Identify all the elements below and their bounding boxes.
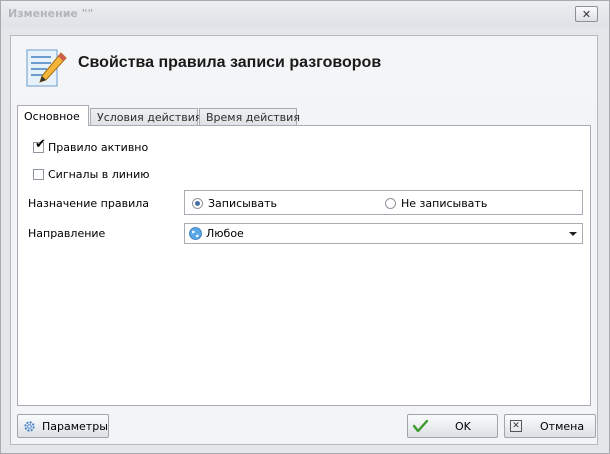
tab-general[interactable]: Основное — [17, 105, 89, 126]
parameters-button[interactable]: Параметры — [17, 414, 109, 438]
button-label: Отмена — [540, 420, 585, 433]
ok-button[interactable]: OK — [407, 414, 498, 438]
direction-select[interactable]: Любое — [184, 223, 583, 244]
radio-button[interactable] — [385, 198, 396, 209]
checkbox-box[interactable]: ✔ — [33, 138, 46, 153]
check-icon: ✔ — [35, 137, 46, 152]
gear-icon — [24, 421, 35, 432]
window-title: Изменение "" — [8, 7, 94, 20]
radio-label: Записывать — [208, 197, 277, 210]
tab-content: ✔ Правило активно Сигналы в линию Назнач… — [17, 125, 591, 406]
close-icon: ✕ — [581, 7, 592, 21]
main-panel: Свойства правила записи разговоров Основ… — [10, 35, 598, 445]
page-title: Свойства правила записи разговоров — [78, 54, 382, 71]
close-icon: ✕ — [510, 420, 522, 432]
radio-record[interactable]: Записывать — [192, 197, 277, 210]
checkbox-label: Правило активно — [48, 141, 149, 154]
header: Свойства правила записи разговоров — [11, 36, 597, 98]
globe-icon — [189, 227, 202, 240]
checkbox-box[interactable] — [33, 169, 44, 180]
title-bar: Изменение "" ✕ — [1, 1, 609, 27]
radio-label: Не записывать — [401, 197, 488, 210]
cancel-button[interactable]: ✕ Отмена — [504, 414, 596, 438]
button-label: OK — [455, 420, 471, 433]
tab-label: Время действия — [206, 111, 300, 124]
tab-schedule[interactable]: Время действия — [199, 108, 300, 125]
radio-button[interactable] — [192, 198, 203, 209]
purpose-radio-group: Записывать Не записывать — [184, 190, 583, 215]
tab-label: Условия действия — [97, 111, 202, 124]
direction-value: Любое — [206, 227, 244, 240]
dialog-window: Изменение "" ✕ Свойства правила записи р… — [0, 0, 610, 454]
radio-no-record[interactable]: Не записывать — [385, 197, 487, 210]
direction-label: Направление — [28, 227, 106, 240]
tab-label: Основное — [24, 110, 80, 123]
checkbox-label: Сигналы в линию — [48, 168, 150, 181]
button-label: Параметры — [42, 420, 108, 433]
signals-checkbox[interactable]: Сигналы в линию — [33, 168, 150, 181]
purpose-label: Назначение правила — [28, 197, 149, 210]
close-button[interactable]: ✕ — [575, 6, 598, 22]
chevron-down-icon[interactable] — [569, 232, 577, 236]
check-icon — [413, 419, 428, 433]
rule-active-checkbox[interactable]: ✔ Правило активно — [33, 138, 149, 154]
tab-conditions[interactable]: Условия действия — [90, 108, 202, 125]
document-edit-icon — [26, 49, 67, 87]
